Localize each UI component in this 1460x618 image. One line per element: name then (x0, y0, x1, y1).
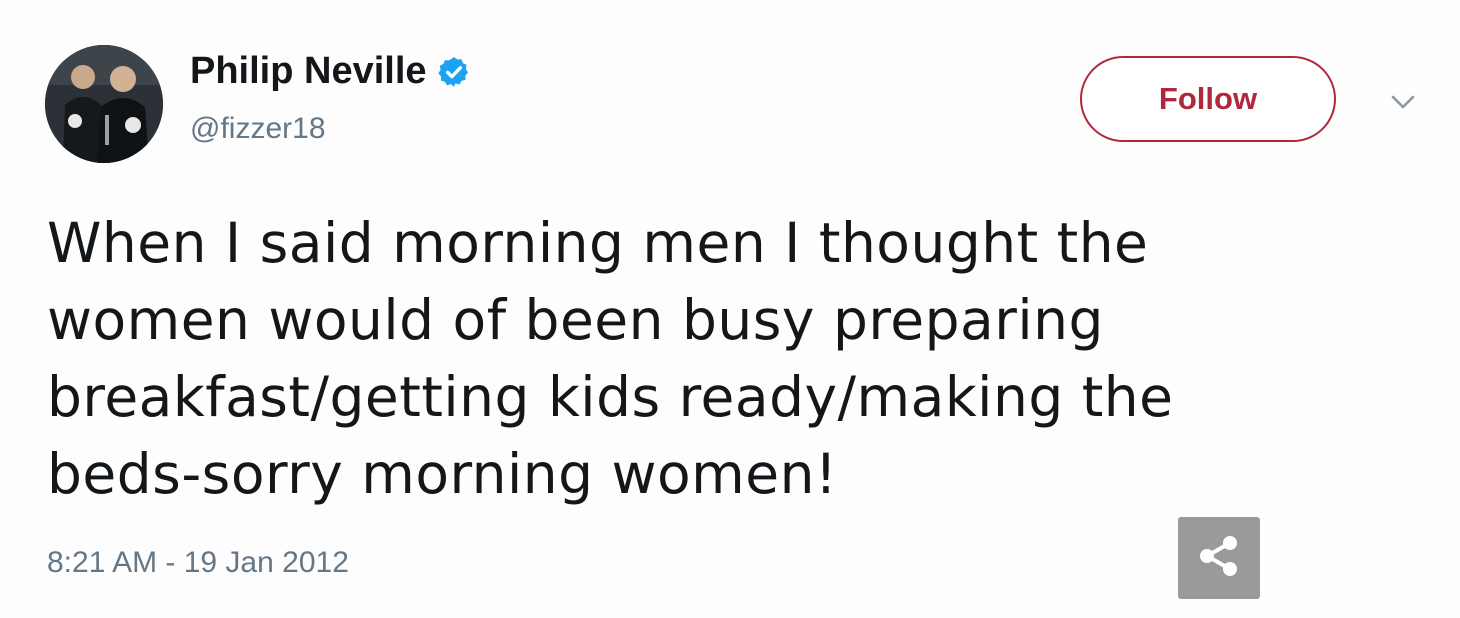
chevron-down-icon[interactable] (1386, 88, 1420, 118)
tweet-timestamp[interactable]: 8:21 AM - 19 Jan 2012 (47, 546, 349, 580)
tweet-card: Philip Neville @fizzer18 Follow When I s… (0, 0, 1460, 618)
author-handle[interactable]: @fizzer18 (190, 112, 326, 146)
avatar[interactable] (45, 45, 163, 163)
follow-button[interactable]: Follow (1080, 56, 1336, 142)
share-icon (1193, 530, 1245, 587)
tweet-text-line: women would of been busy preparing (47, 288, 1104, 352)
tweet-text-line: breakfast/getting kids ready/making the (47, 365, 1174, 429)
tweet-text: When I said morning men I thought the wo… (47, 205, 1307, 513)
verified-badge-icon (437, 55, 471, 89)
author-name-row: Philip Neville (190, 50, 471, 93)
share-button[interactable] (1178, 517, 1260, 599)
tweet-text-line: When I said morning men I thought the (47, 211, 1149, 275)
tweet-text-line: beds-sorry morning women! (47, 442, 838, 506)
author-display-name[interactable]: Philip Neville (190, 50, 427, 93)
